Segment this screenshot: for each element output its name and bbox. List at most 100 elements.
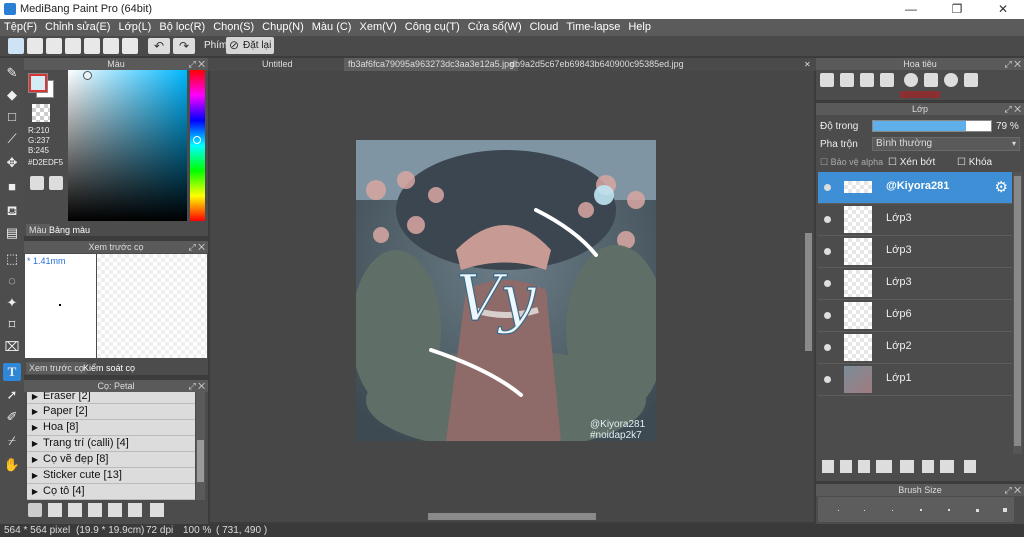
rotate-right-icon[interactable] bbox=[944, 73, 958, 87]
rectangle-tool-icon[interactable]: □ bbox=[3, 108, 21, 126]
tabs-close-icon[interactable]: ✕ bbox=[800, 58, 815, 71]
menu-file[interactable]: Tệp(F) bbox=[0, 19, 41, 36]
eyedropper-icon[interactable]: ⌿ bbox=[3, 432, 21, 450]
size-preset[interactable] bbox=[948, 509, 950, 511]
canvas-vscrollbar[interactable] bbox=[803, 71, 814, 512]
zoom-out-icon[interactable] bbox=[840, 73, 854, 87]
select-pen-icon[interactable]: ⌑ bbox=[3, 316, 21, 334]
fill-rect-tool-icon[interactable]: ■ bbox=[3, 178, 21, 196]
grid-icon[interactable] bbox=[122, 38, 138, 54]
duplicate-layer-icon[interactable] bbox=[922, 460, 934, 473]
lock-checkbox[interactable]: ☐ Khóa bbox=[957, 157, 992, 168]
trash-icon[interactable] bbox=[964, 460, 976, 473]
brush-group-calli[interactable]: ▶ Trang trí (calli) [4] bbox=[27, 436, 195, 452]
transparent-swatch[interactable] bbox=[32, 104, 50, 122]
gradient-tool-icon[interactable]: ▤ bbox=[3, 224, 21, 242]
layer-row[interactable]: Lớp2 bbox=[818, 332, 1012, 364]
visibility-icon[interactable] bbox=[824, 280, 831, 287]
foreground-color-swatch[interactable] bbox=[28, 73, 48, 93]
rotate-left-icon[interactable] bbox=[904, 73, 918, 87]
share-icon[interactable] bbox=[27, 38, 43, 54]
hue-cursor[interactable] bbox=[193, 136, 201, 144]
brush-group-eraser[interactable]: ▶ Eraser [2] bbox=[27, 392, 195, 404]
text-tool-icon[interactable]: T bbox=[3, 363, 21, 381]
panel-close-icon[interactable]: ⤢ ✕ bbox=[188, 380, 205, 392]
visibility-icon[interactable] bbox=[824, 216, 831, 223]
reset-rotation-icon[interactable] bbox=[924, 73, 938, 87]
menu-help[interactable]: Help bbox=[624, 19, 655, 36]
tab-doc-fb3a[interactable]: fb3af6fca79095a963273dc3aa3e12a5.jpg bbox=[344, 58, 519, 71]
add-layer-menu-icon[interactable] bbox=[876, 460, 892, 473]
sv-cursor[interactable] bbox=[83, 71, 92, 80]
saturation-value-picker[interactable] bbox=[68, 70, 187, 221]
brush-group-co-to[interactable]: ▶ Cọ tô [4] bbox=[27, 484, 195, 500]
close-button[interactable]: ✕ bbox=[980, 0, 1024, 19]
fit-window-icon[interactable] bbox=[860, 73, 874, 87]
visibility-icon[interactable] bbox=[824, 184, 831, 191]
brush-tool-icon[interactable]: ✎ bbox=[3, 64, 21, 82]
folder-icon[interactable] bbox=[108, 503, 122, 517]
new-8bit-layer-icon[interactable] bbox=[858, 460, 870, 473]
operation-tool-icon[interactable]: ➚ bbox=[3, 386, 21, 404]
clipping-checkbox[interactable]: ☐ Xén bớt bbox=[888, 157, 935, 168]
tab-palette[interactable]: Bảng màu bbox=[46, 224, 93, 236]
duplicate-icon[interactable] bbox=[128, 503, 142, 517]
menu-cloud[interactable]: Cloud bbox=[526, 19, 563, 36]
magic-wand-icon[interactable]: ✦ bbox=[3, 294, 21, 312]
layer-list-scrollbar[interactable] bbox=[1013, 172, 1022, 454]
layer-row[interactable]: Lớp3 bbox=[818, 268, 1012, 300]
layer-row[interactable]: Lớp6 bbox=[818, 300, 1012, 332]
message-icon[interactable] bbox=[65, 38, 81, 54]
panel-close-icon[interactable]: ⤢ ✕ bbox=[1004, 58, 1021, 70]
brush-group-hoa[interactable]: ▶ Hoa [8] bbox=[27, 420, 195, 436]
menu-view[interactable]: Xem(V) bbox=[355, 19, 400, 36]
layer-row[interactable]: Lớp1 bbox=[818, 364, 1012, 396]
size-preset[interactable] bbox=[838, 510, 839, 511]
maximize-button[interactable]: ❐ bbox=[934, 0, 980, 19]
size-preset[interactable] bbox=[892, 510, 893, 511]
menu-snap[interactable]: Chụp(N) bbox=[258, 19, 308, 36]
actual-size-icon[interactable] bbox=[880, 73, 894, 87]
size-preset[interactable] bbox=[976, 509, 979, 512]
reset-button[interactable]: ⊘ Đặt lại bbox=[226, 37, 274, 54]
select-rect-icon[interactable]: ⬚ bbox=[3, 250, 21, 268]
cloud-brush-icon[interactable] bbox=[28, 503, 42, 517]
comment-icon[interactable] bbox=[46, 38, 62, 54]
menu-layer[interactable]: Lớp(L) bbox=[114, 19, 155, 36]
layer-row[interactable]: Lớp3 bbox=[818, 236, 1012, 268]
hand-icon[interactable]: ✋ bbox=[3, 456, 21, 474]
visibility-icon[interactable] bbox=[824, 312, 831, 319]
menu-timelapse[interactable]: Time-lapse bbox=[562, 19, 624, 36]
size-preset[interactable] bbox=[1003, 508, 1007, 512]
tab-doc-db9a[interactable]: db9a2d5c67eb69843b640900c95385ed.jpg bbox=[506, 58, 688, 71]
bucket-tool-icon[interactable]: ⛾ bbox=[3, 202, 21, 220]
panel-close-icon[interactable]: ⤢ ✕ bbox=[1004, 103, 1021, 115]
canvas-hscrollbar[interactable] bbox=[210, 512, 814, 522]
brush-group-paper[interactable]: ▶ Paper [2] bbox=[27, 404, 195, 420]
tab-untitled[interactable]: Untitled bbox=[258, 58, 297, 71]
undo-icon[interactable]: ↶ bbox=[148, 38, 170, 54]
add-script-brush-icon[interactable] bbox=[88, 503, 102, 517]
eraser-tool-icon[interactable]: ◆ bbox=[3, 86, 21, 104]
color-picker-icon[interactable] bbox=[49, 176, 63, 190]
lasso-icon[interactable]: ◌ bbox=[3, 272, 21, 290]
menu-color[interactable]: Màu (C) bbox=[308, 19, 356, 36]
menu-tools[interactable]: Công cụ(T) bbox=[401, 19, 464, 36]
gear-icon[interactable]: ⚙ bbox=[995, 178, 1008, 196]
tab-brush-preview[interactable]: Xem trước cọ bbox=[26, 362, 87, 374]
size-preset[interactable] bbox=[920, 509, 922, 511]
protect-alpha-checkbox[interactable]: ☐ Bảo vệ alpha bbox=[820, 157, 883, 168]
blend-mode-select[interactable]: Bình thường ▾ bbox=[872, 137, 1020, 151]
merge-layer-icon[interactable] bbox=[940, 460, 954, 473]
minimize-button[interactable]: — bbox=[888, 0, 934, 19]
visibility-icon[interactable] bbox=[824, 344, 831, 351]
brush-group-co-ve-dep[interactable]: ▶ Cọ vẽ đẹp [8] bbox=[27, 452, 195, 468]
add-bitmap-brush-icon[interactable] bbox=[68, 503, 82, 517]
opacity-slider[interactable] bbox=[872, 120, 992, 132]
pen-tool-icon[interactable]: ✐ bbox=[3, 408, 21, 426]
folder-icon[interactable] bbox=[900, 460, 914, 473]
panel-close-icon[interactable]: ⤢ ✕ bbox=[188, 58, 205, 70]
brush-size-presets[interactable] bbox=[818, 497, 1014, 522]
hue-slider[interactable] bbox=[190, 70, 205, 221]
navigator-thumbnail[interactable] bbox=[900, 91, 940, 98]
